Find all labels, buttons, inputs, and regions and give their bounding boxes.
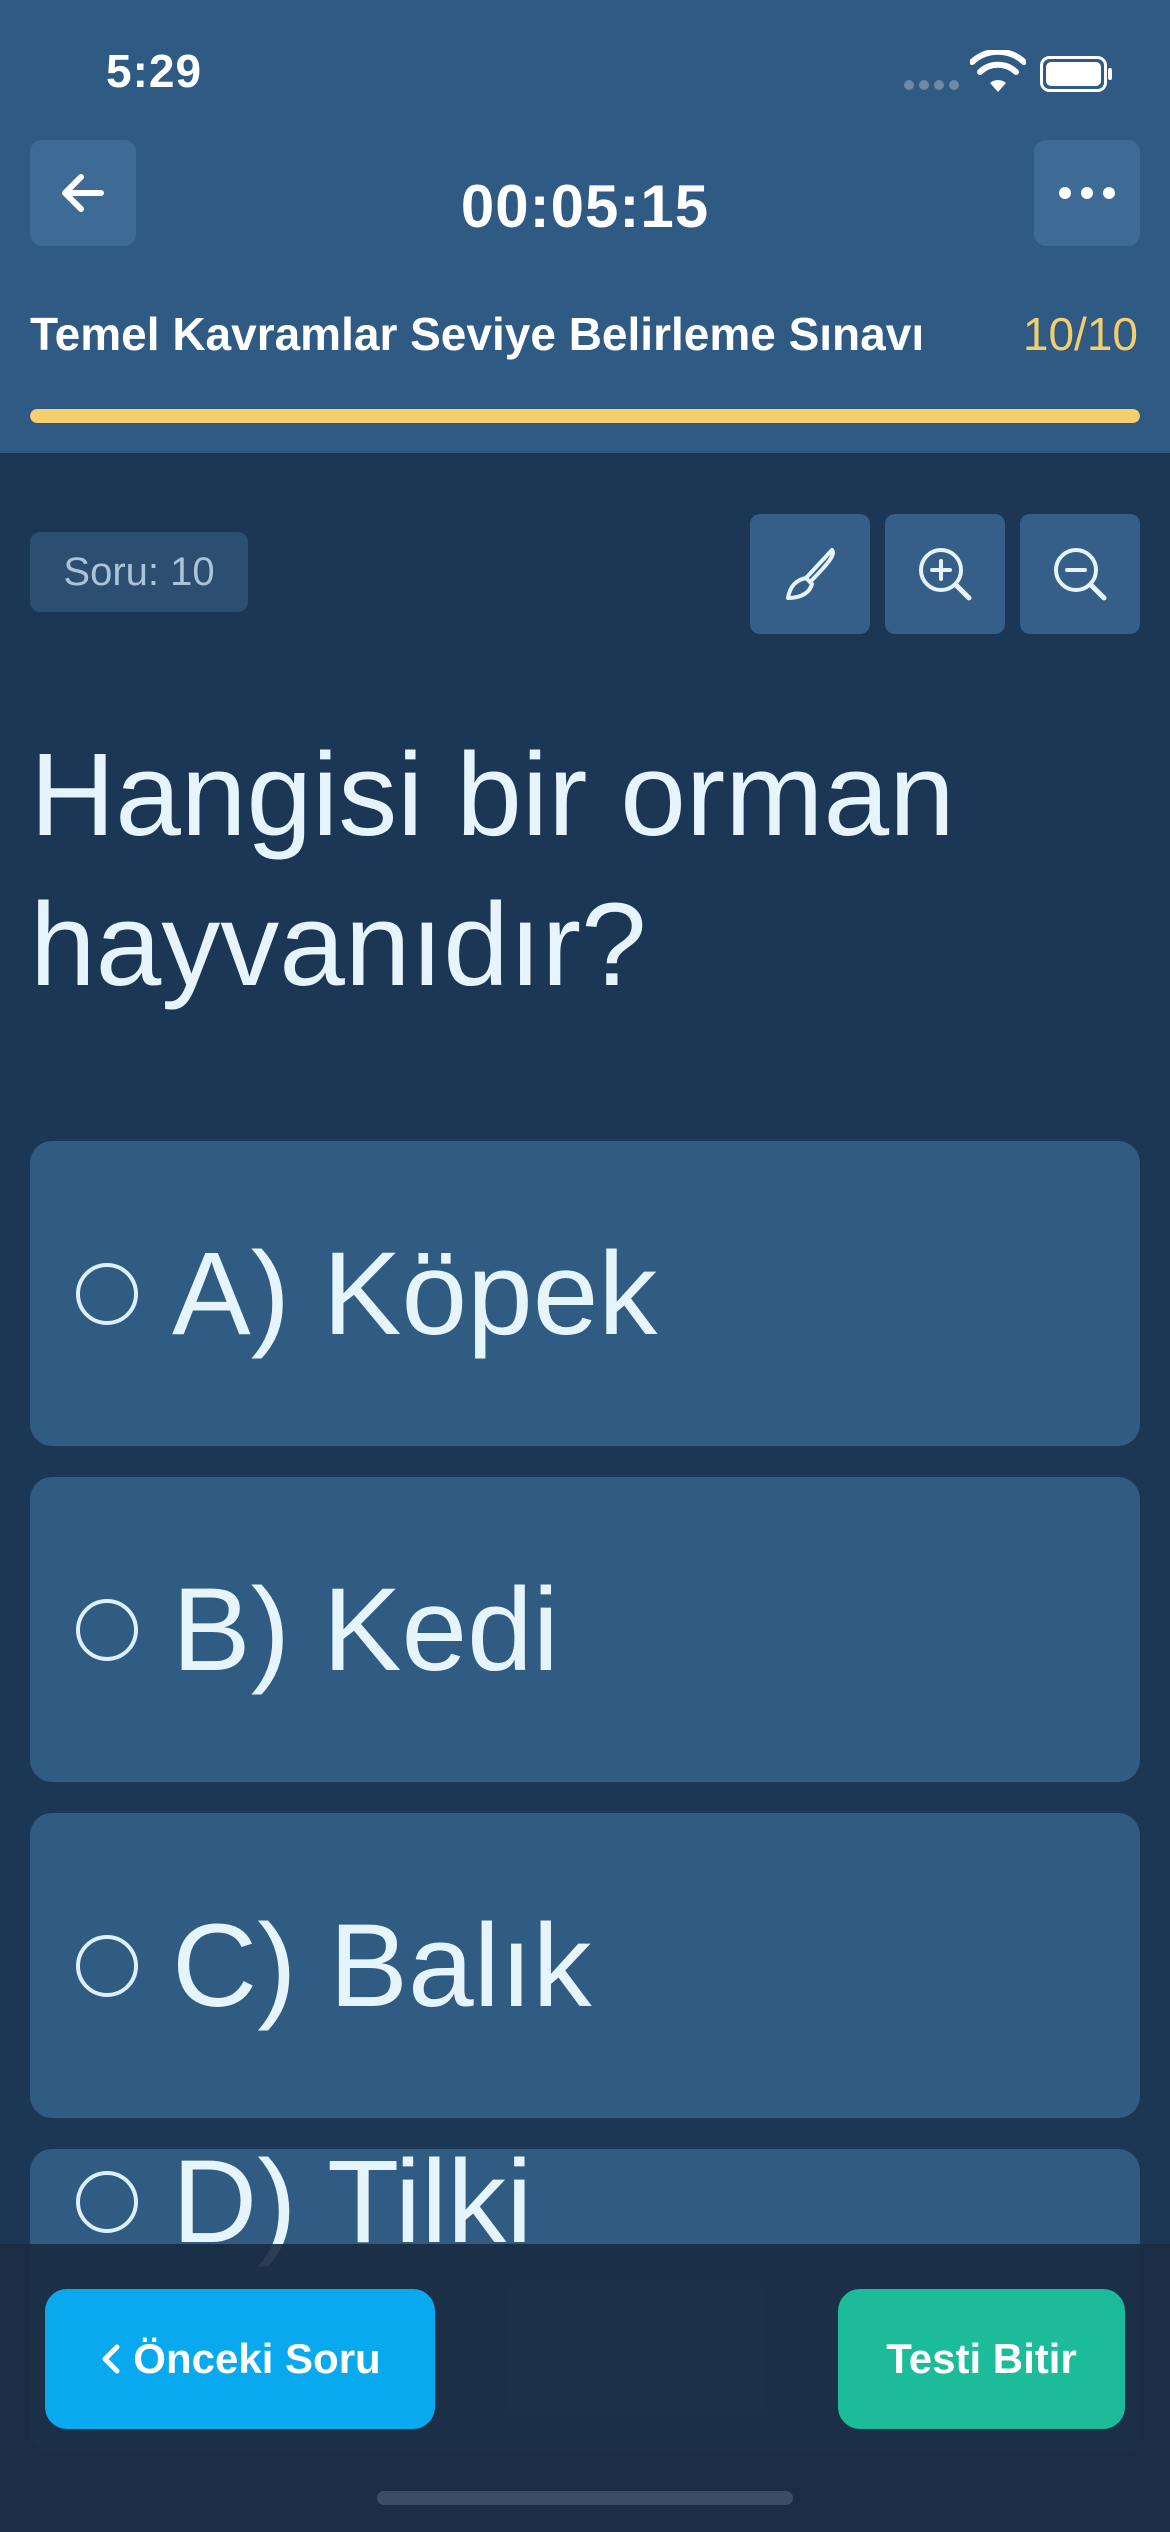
finish-test-button[interactable]: Testi Bitir bbox=[838, 2289, 1125, 2429]
radio-button[interactable] bbox=[76, 1934, 138, 1997]
more-options-button[interactable] bbox=[1034, 140, 1140, 246]
chevron-left-icon bbox=[102, 2344, 120, 2374]
option-label: A) Köpek bbox=[172, 1227, 658, 1360]
question-number-badge: Soru: 10 bbox=[30, 532, 248, 612]
radio-button[interactable] bbox=[76, 1598, 138, 1661]
option-label: C) Balık bbox=[172, 1899, 592, 2032]
radio-button[interactable] bbox=[76, 1262, 138, 1325]
draw-tool-button[interactable] bbox=[750, 514, 870, 634]
zoom-out-button[interactable] bbox=[1020, 514, 1140, 634]
cellular-signal-icon bbox=[904, 80, 959, 90]
option-c[interactable]: C) Balık bbox=[30, 1813, 1140, 2118]
home-indicator bbox=[377, 2491, 793, 2505]
progress-bar bbox=[30, 409, 1140, 423]
ellipsis-icon bbox=[1059, 187, 1115, 199]
zoom-out-icon bbox=[1054, 548, 1107, 601]
progress-bar-fill bbox=[30, 409, 1140, 423]
question-progress-count: 10/10 bbox=[1022, 308, 1138, 360]
finish-test-label: Testi Bitir bbox=[886, 2335, 1077, 2382]
option-label: B) Kedi bbox=[172, 1563, 559, 1696]
previous-question-label: Önceki Soru bbox=[133, 2335, 381, 2382]
zoom-in-icon bbox=[919, 548, 972, 601]
exam-timer: 00:05:15 bbox=[460, 173, 710, 240]
previous-question-button[interactable]: Önceki Soru bbox=[45, 2289, 435, 2429]
brush-icon bbox=[786, 548, 835, 600]
status-time: 5:29 bbox=[106, 45, 203, 97]
question-text: Hangisi bir orman hayvanıdır? bbox=[30, 729, 955, 1011]
battery-icon bbox=[1040, 56, 1112, 92]
zoom-in-button[interactable] bbox=[885, 514, 1005, 634]
option-a[interactable]: A) Köpek bbox=[30, 1141, 1140, 1446]
exam-title: Temel Kavramlar Seviye Belirleme Sınavı bbox=[30, 308, 925, 360]
option-b[interactable]: B) Kedi bbox=[30, 1477, 1140, 1782]
radio-button[interactable] bbox=[76, 2170, 138, 2233]
wifi-icon bbox=[970, 50, 1026, 92]
header: 5:29 00:05:15 Temel Kavramlar Seviye Bel… bbox=[0, 0, 1170, 453]
